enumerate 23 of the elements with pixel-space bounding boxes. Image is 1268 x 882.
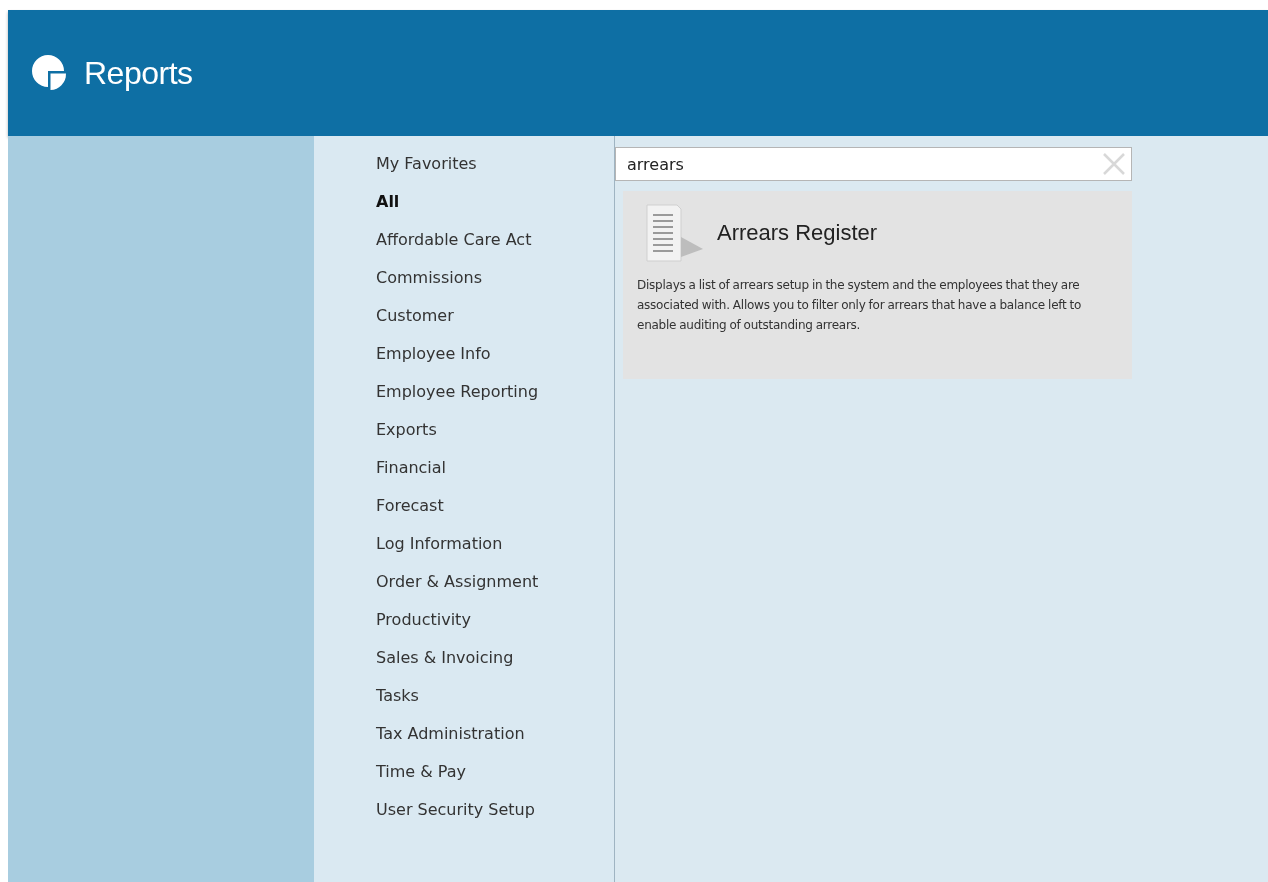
category-link[interactable]: Exports: [376, 416, 614, 454]
category-link[interactable]: Log Information: [376, 530, 614, 568]
report-card[interactable]: [623, 191, 1132, 379]
category-link[interactable]: All: [376, 188, 614, 226]
category-link[interactable]: Sales & Invoicing: [376, 644, 614, 682]
report-description: Displays a list of arrears setup in the system and the employees that they are associated with. Allows you to filter only for arrears that have a balance left to enable auditing of outstanding arrears.: [637, 277, 1083, 334]
category-link[interactable]: Employee Info: [376, 340, 614, 378]
category-link[interactable]: Time & Pay: [376, 758, 614, 796]
category-link[interactable]: Commissions: [376, 264, 614, 302]
category-link[interactable]: My Favorites: [376, 150, 614, 188]
category-link[interactable]: User Security Setup: [376, 796, 614, 834]
category-link[interactable]: Productivity: [376, 606, 614, 644]
report-title: Arrears Register: [717, 220, 878, 246]
category-link[interactable]: Order & Assignment: [376, 568, 614, 606]
category-link[interactable]: Employee Reporting: [376, 378, 614, 416]
category-link[interactable]: Forecast: [376, 492, 614, 530]
app-title: Reports: [84, 54, 193, 92]
category-link[interactable]: Affordable Care Act: [376, 226, 614, 264]
category-link[interactable]: Customer: [376, 302, 614, 340]
category-link[interactable]: Tax Administration: [376, 720, 614, 758]
category-link[interactable]: Financial: [376, 454, 614, 492]
category-link[interactable]: Tasks: [376, 682, 614, 720]
search-field[interactable]: arrears: [615, 147, 1132, 181]
